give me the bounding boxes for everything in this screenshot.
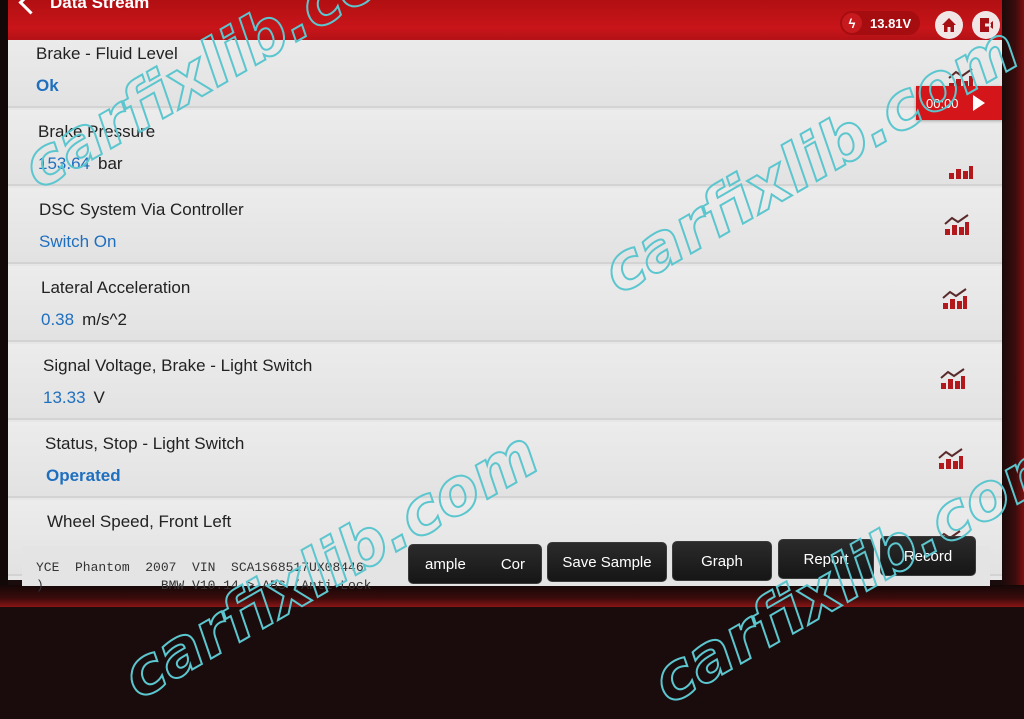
- row-value: Ok: [36, 76, 59, 95]
- save-sample-button[interactable]: Save Sample: [547, 542, 667, 582]
- data-row[interactable]: Lateral Acceleration 0.38 m/s^2: [8, 266, 1002, 342]
- row-name: Status, Stop - Light Switch: [45, 434, 245, 453]
- screen-bezel-left: [0, 0, 8, 607]
- screen-bezel-right: [1002, 0, 1024, 607]
- timer-elapsed: 00:00: [926, 95, 959, 111]
- play-icon: [972, 95, 985, 111]
- voltage-value: 13.81V: [870, 15, 912, 31]
- compare-sample-label-left: ample: [425, 555, 466, 573]
- lightning-bolt-icon: ϟ: [842, 13, 862, 33]
- data-stream-list[interactable]: Brake - Fluid Level Ok Brake Pressure 15…: [8, 32, 1002, 580]
- page-title: Data Stream: [50, 0, 150, 12]
- app-header: Data Stream ϟ 13.81V: [8, 0, 1002, 40]
- row-value: 153.64 bar: [38, 154, 123, 173]
- row-name: Brake Pressure: [38, 122, 156, 141]
- graph-icon[interactable]: [948, 158, 974, 180]
- row-value: Operated: [46, 466, 121, 485]
- recording-timer-button[interactable]: 00:00: [916, 86, 1002, 120]
- home-button[interactable]: [935, 11, 963, 39]
- data-row[interactable]: Brake Pressure 153.64 bar: [8, 110, 1002, 186]
- graph-icon[interactable]: [942, 288, 968, 310]
- data-row[interactable]: Status, Stop - Light Switch Operated: [8, 422, 1002, 498]
- graph-icon[interactable]: [938, 448, 964, 470]
- vehicle-info-line2: ) BMW V10.14 > ABS (Anti-Lock: [36, 578, 372, 593]
- compare-sample-label-right: Cor: [500, 555, 525, 573]
- data-row[interactable]: DSC System Via Controller Switch On: [8, 188, 1002, 264]
- compare-sample-button[interactable]: ample Cor: [408, 544, 542, 584]
- graph-icon[interactable]: [944, 214, 970, 236]
- row-value: 13.33 V: [43, 388, 105, 407]
- row-name: Signal Voltage, Brake - Light Switch: [43, 356, 313, 375]
- graph-button[interactable]: Graph: [672, 541, 772, 581]
- row-name: Brake - Fluid Level: [36, 44, 178, 63]
- battery-voltage-badge: ϟ 13.81V: [840, 11, 920, 35]
- row-name: DSC System Via Controller: [39, 200, 244, 219]
- data-row[interactable]: Signal Voltage, Brake - Light Switch 13.…: [8, 344, 1002, 420]
- vehicle-info-line1: YCE Phantom 2007 VIN SCA1S68517UX08446: [36, 560, 364, 575]
- graph-icon[interactable]: [940, 368, 966, 390]
- data-row[interactable]: Brake - Fluid Level Ok: [8, 32, 1002, 108]
- back-arrow-icon[interactable]: [18, 0, 43, 15]
- report-button[interactable]: Report: [778, 539, 874, 579]
- exit-door-icon: [980, 18, 993, 32]
- exit-button[interactable]: [972, 11, 1000, 39]
- row-name: Wheel Speed, Front Left: [47, 512, 232, 531]
- record-button[interactable]: Record: [880, 536, 976, 576]
- row-value: 0.38 m/s^2: [41, 310, 127, 329]
- row-value: Switch On: [39, 232, 117, 251]
- home-icon: [942, 18, 956, 32]
- row-name: Lateral Acceleration: [41, 278, 191, 297]
